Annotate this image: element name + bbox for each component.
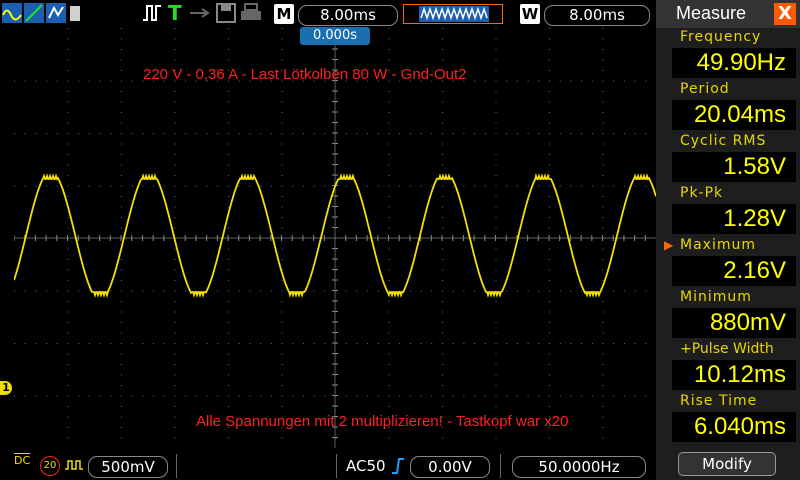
trigger-level-field[interactable]: 0.00V [410,456,490,478]
volts-per-div-field[interactable]: 500mV [88,456,168,478]
divider [500,454,501,478]
divider [336,454,337,478]
annotation-top: 220 V - 0,36 A - Last Lötkolben 80 W - G… [143,66,467,83]
measure-value: 880mV [709,309,786,336]
measure-item-rise-time[interactable]: Rise Time 6.040ms [656,392,800,444]
selected-arrow-icon: ▶ [664,238,674,252]
measure-item-cyclic-rms[interactable]: Cyclic RMS 1.58V [656,132,800,184]
coupling-indicator[interactable]: DC [14,454,30,467]
measure-item-minimum[interactable]: Minimum 880mV [656,288,800,340]
measure-value: 20.04ms [693,101,786,128]
waveform-display[interactable] [14,28,656,448]
bandwidth-limit-badge[interactable]: 20 [40,456,60,476]
close-button[interactable]: X [774,3,796,25]
measure-value: 6.040ms [693,413,786,440]
ref-wave-icon[interactable] [46,3,66,23]
time-mode-badge: M [274,4,294,24]
measure-item-frequency[interactable]: Frequency 49.90Hz [656,28,800,80]
measure-panel: Measure X Frequency 49.90Hz Period 20.04… [656,0,800,480]
run-pulse-icon[interactable] [142,3,162,23]
measure-value: 1.28V [723,205,786,232]
memory-window-icon[interactable] [403,4,503,24]
math-line-icon[interactable] [24,3,44,23]
trigger-mode-label[interactable]: AC50 [346,457,386,475]
measure-label: Period [680,81,730,97]
measure-label: +Pulse Width [680,341,774,357]
measure-value: 10.12ms [693,361,786,388]
grid [14,28,656,448]
probe-wave-icon [65,460,83,470]
measure-item-pk-pk[interactable]: Pk-Pk 1.28V [656,184,800,236]
trigger-position-label[interactable]: 0.000s [300,27,370,45]
measure-value: 2.16V [723,257,786,284]
measure-label: Minimum [680,289,752,305]
divider [176,454,177,478]
measure-label: Rise Time [680,393,758,409]
trigger-frequency-field[interactable]: 50.0000Hz [512,456,646,478]
measure-label: Frequency [680,29,762,45]
time-base-field[interactable]: 8.00ms [298,5,398,26]
measure-panel-title: Measure [676,3,747,23]
rising-edge-icon [392,458,404,474]
print-icon[interactable] [240,3,262,23]
measure-item-pulse-width[interactable]: +Pulse Width 10.12ms [656,340,800,392]
channel-1-marker[interactable]: 1 [0,381,12,395]
measure-item-period[interactable]: Period 20.04ms [656,80,800,132]
channel-wave-icon[interactable] [2,3,22,23]
measure-panel-header: Measure X [656,0,800,28]
window-time-field[interactable]: 8.00ms [544,5,650,26]
top-toolbar: T M 8.00ms W 8.00ms [0,0,656,28]
modify-button[interactable]: Modify [678,452,776,476]
measure-item-maximum[interactable]: ▶ Maximum 2.16V [656,236,800,288]
measure-value: 49.90Hz [696,49,786,76]
usb-icon [190,8,210,18]
hand-icon[interactable] [68,3,82,23]
annotation-bottom: Alle Spannungen mit 2 multiplizieren! - … [196,413,569,430]
window-mode-badge: W [520,4,540,24]
measure-label: Maximum [680,237,756,253]
save-icon[interactable] [216,3,236,23]
measure-label: Pk-Pk [680,185,724,201]
measure-value: 1.58V [723,153,786,180]
trigger-mode-indicator[interactable]: T [168,1,182,25]
bottom-status-bar: DC 20 500mV AC50 0.00V 50.0000Hz [0,448,656,480]
measure-label: Cyclic RMS [680,133,767,149]
